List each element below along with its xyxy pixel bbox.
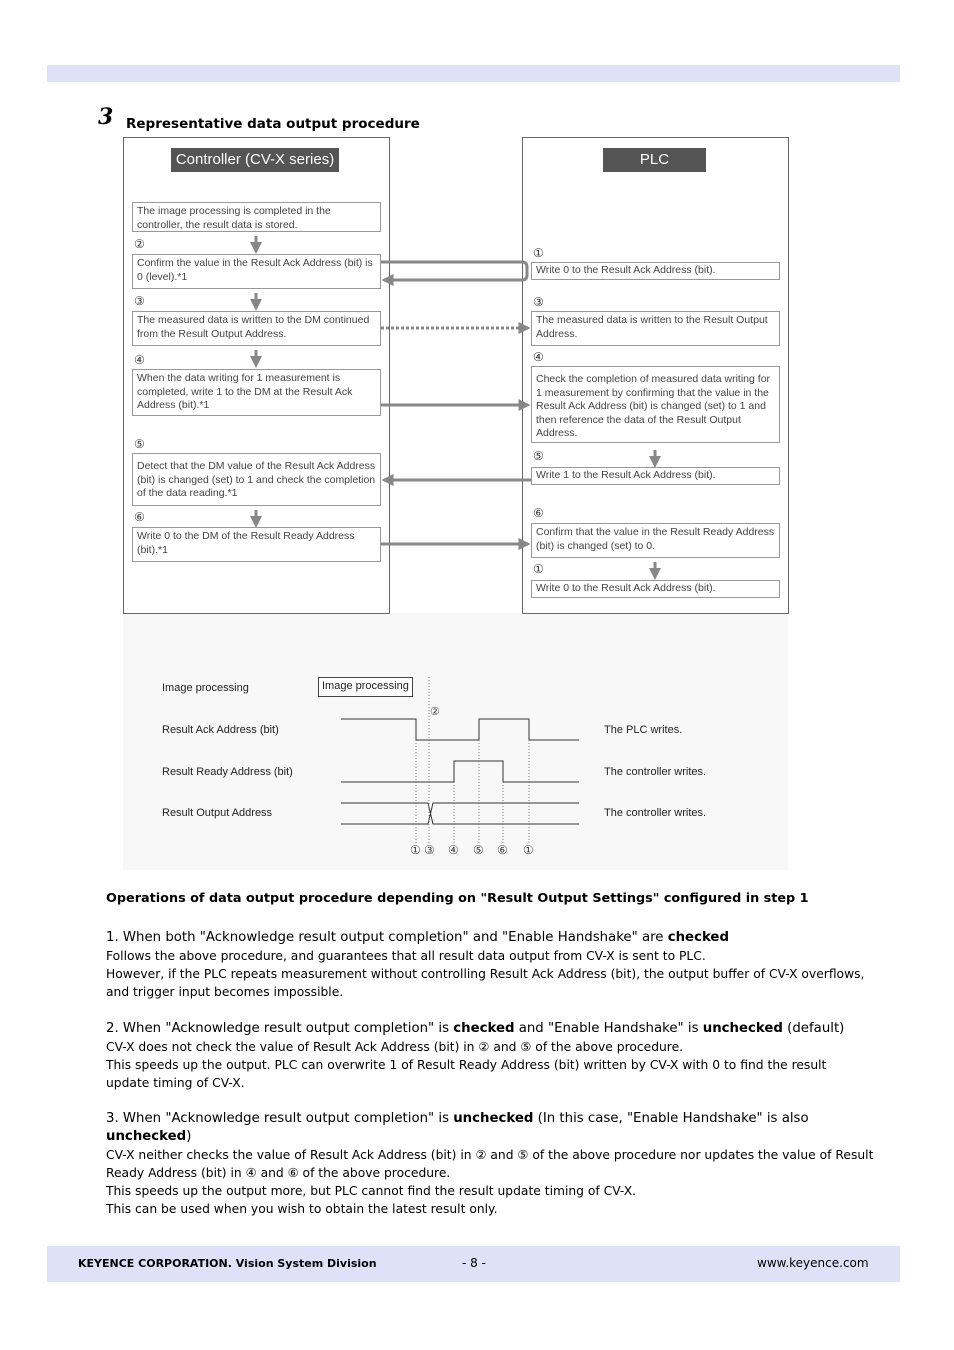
p3-title: 3. When "Acknowledge result output compl…	[106, 1111, 454, 1126]
diagram-graphics	[250, 236, 661, 845]
timing-marker: ②	[430, 706, 440, 718]
footer-url[interactable]: www.keyence.com	[757, 1256, 869, 1270]
timing-note: The controller writes.	[604, 807, 707, 819]
timing-marker: ①	[523, 843, 534, 857]
p2-body: CV-X does not check the value of Result …	[106, 1040, 827, 1090]
timing-marker: ④	[448, 843, 459, 857]
timing-row-label: Result Output Address	[162, 807, 273, 819]
p3-title-cont: (In this case, "Enable Handshake" is als…	[533, 1111, 809, 1126]
p3-body: CV-X neither checks the value of Result …	[106, 1148, 874, 1216]
footer-page-number: - 8 -	[462, 1256, 486, 1270]
timing-waveforms	[341, 718, 579, 825]
timing-marker: ⑥	[497, 843, 508, 857]
timing-marker: ③	[424, 843, 435, 857]
timing-note: The controller writes.	[604, 766, 707, 778]
image-processing-box: Image processing	[318, 677, 413, 697]
p3-title-end: )	[186, 1129, 192, 1144]
timing-marker: ⑤	[473, 843, 484, 857]
timing-marker: ①	[410, 843, 421, 857]
ready-waveform	[341, 760, 579, 783]
p1-body: Follows the above procedure, and guarant…	[106, 949, 865, 999]
p1-title: 1. When both "Acknowledge result output …	[106, 930, 668, 945]
timing-note: The PLC writes.	[604, 724, 683, 736]
paragraph-2: 2. When "Acknowledge result output compl…	[106, 1020, 866, 1092]
p2-emph: unchecked	[702, 1021, 783, 1036]
ack-waveform	[341, 718, 579, 741]
timing-row-label: Image processing	[162, 682, 249, 694]
timing-row-label: Result Ready Address (bit)	[162, 766, 293, 778]
paragraph-3: 3. When "Acknowledge result output compl…	[106, 1110, 876, 1218]
ops-heading: Operations of data output procedure depe…	[106, 891, 809, 906]
output-waveform-b	[341, 802, 579, 825]
p2-title-end: (default)	[782, 1021, 845, 1036]
p2-emph: checked	[453, 1021, 515, 1036]
output-waveform-a	[341, 802, 579, 825]
footer-company: KEYENCE CORPORATION. Vision System Divis…	[78, 1257, 377, 1270]
timing-row-label: Result Ack Address (bit)	[162, 724, 279, 736]
p1-emph: checked	[667, 930, 729, 945]
p2-title-cont: and "Enable Handshake" is	[514, 1021, 703, 1036]
p3-emph: unchecked	[453, 1111, 534, 1126]
paragraph-1: 1. When both "Acknowledge result output …	[106, 929, 866, 1001]
page: 3 Representative data output procedure C…	[0, 0, 954, 1350]
p2-title: 2. When "Acknowledge result output compl…	[106, 1021, 454, 1036]
p3-emph: unchecked	[106, 1129, 187, 1144]
ack-check-arrow	[381, 260, 529, 286]
